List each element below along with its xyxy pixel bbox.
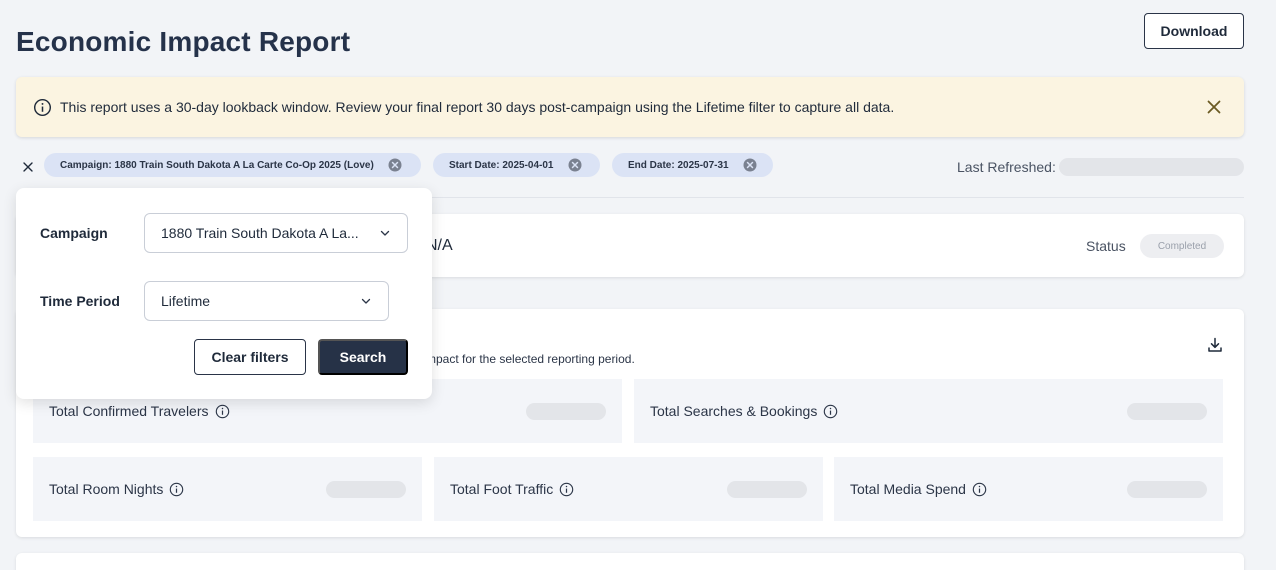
metric-value-skeleton <box>526 403 606 420</box>
search-button[interactable]: Search <box>318 339 408 375</box>
info-icon[interactable] <box>823 404 838 419</box>
download-button[interactable]: Download <box>1144 13 1244 49</box>
remove-chip-icon[interactable] <box>568 158 582 172</box>
metric-label: Total Searches & Bookings <box>650 403 818 419</box>
campaign-filter-label: Campaign <box>40 225 108 241</box>
metric-label: Total Foot Traffic <box>450 481 554 497</box>
metric-label: Total Confirmed Travelers <box>49 403 209 419</box>
chip-label: Campaign: 1880 Train South Dakota A La C… <box>60 159 374 171</box>
metric-label: Total Media Spend <box>850 481 966 497</box>
metric-label: Total Room Nights <box>49 481 164 497</box>
info-icon[interactable] <box>559 482 574 497</box>
filter-panel: Campaign 1880 Train South Dakota A La...… <box>16 188 432 399</box>
last-refreshed-skeleton <box>1059 158 1244 176</box>
remove-chip-icon[interactable] <box>388 158 402 172</box>
metric-media-spend: Total Media Spend <box>834 457 1223 521</box>
metric-searches-bookings: Total Searches & Bookings <box>634 379 1223 443</box>
status-label: Status <box>1086 238 1126 254</box>
info-icon[interactable] <box>215 404 230 419</box>
time-period-label: Time Period <box>40 293 120 309</box>
time-period-select[interactable]: Lifetime <box>144 281 389 321</box>
filter-chip-start-date: Start Date: 2025-04-01 <box>433 153 600 177</box>
info-icon[interactable] <box>169 482 184 497</box>
clear-all-filters-icon[interactable] <box>19 158 37 176</box>
campaign-select-value: 1880 Train South Dakota A La... <box>161 225 359 241</box>
metric-value-skeleton <box>727 481 807 498</box>
info-banner: This report uses a 30-day lookback windo… <box>16 77 1244 137</box>
metric-foot-traffic: Total Foot Traffic <box>434 457 823 521</box>
next-section-card <box>16 553 1244 570</box>
metric-value-skeleton <box>1127 403 1207 420</box>
chevron-down-icon <box>360 295 372 307</box>
download-icon[interactable] <box>1206 336 1224 354</box>
info-icon <box>32 97 52 117</box>
metrics-description: mpact for the selected reporting period. <box>426 352 635 366</box>
filter-chip-campaign: Campaign: 1880 Train South Dakota A La C… <box>44 153 421 177</box>
page-title: Economic Impact Report <box>16 26 351 57</box>
campaign-select[interactable]: 1880 Train South Dakota A La... <box>144 213 408 253</box>
close-icon[interactable] <box>1204 97 1224 117</box>
chip-label: Start Date: 2025-04-01 <box>449 159 554 171</box>
chip-label: End Date: 2025-07-31 <box>628 159 729 171</box>
clear-filters-button[interactable]: Clear filters <box>194 339 306 375</box>
banner-text: This report uses a 30-day lookback windo… <box>60 99 895 115</box>
status-badge: Completed <box>1140 234 1224 258</box>
remove-chip-icon[interactable] <box>743 158 757 172</box>
last-refreshed-label: Last Refreshed: <box>957 159 1056 175</box>
filter-chip-end-date: End Date: 2025-07-31 <box>612 153 773 177</box>
metric-value-skeleton <box>326 481 406 498</box>
chevron-down-icon <box>379 227 391 239</box>
metric-room-nights: Total Room Nights <box>33 457 422 521</box>
metric-value-skeleton <box>1127 481 1207 498</box>
info-icon[interactable] <box>972 482 987 497</box>
time-period-select-value: Lifetime <box>161 293 211 309</box>
